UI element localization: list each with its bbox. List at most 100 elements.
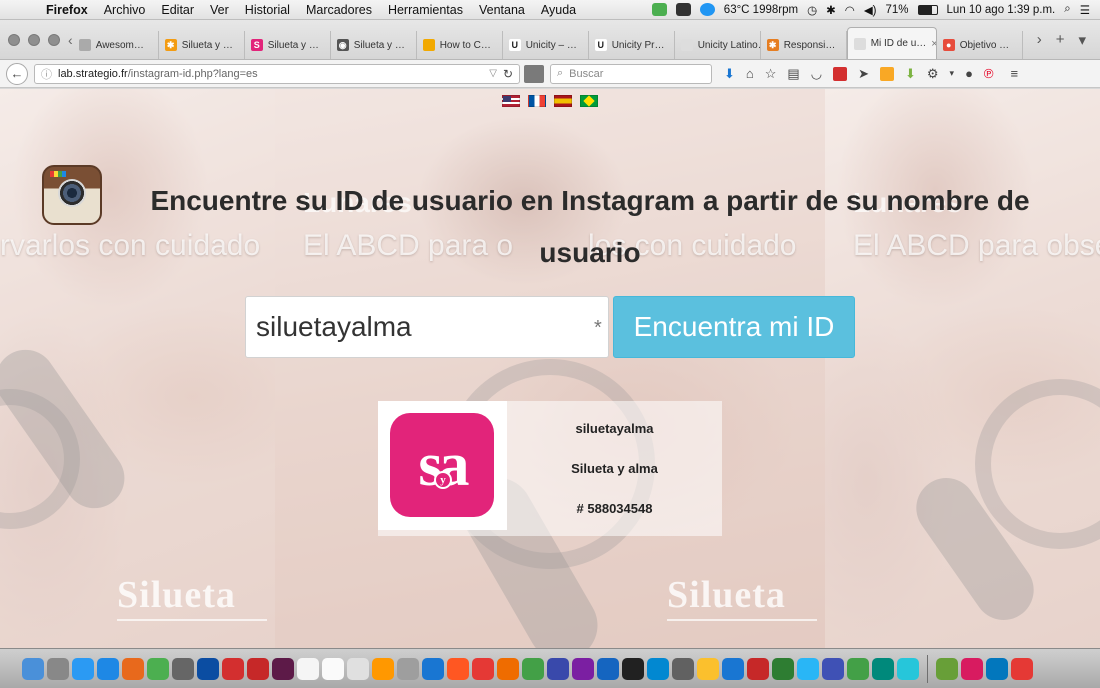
wifi-icon[interactable]: ◠ bbox=[845, 3, 855, 17]
close-window-button[interactable] bbox=[8, 33, 20, 46]
dock-app-icon[interactable] bbox=[247, 657, 269, 680]
new-tab-icon[interactable]: + bbox=[1056, 31, 1065, 49]
pinterest-icon[interactable]: ℗ bbox=[984, 66, 994, 81]
dock-app-icon[interactable] bbox=[847, 657, 869, 680]
dock-app-icon[interactable] bbox=[272, 657, 294, 680]
dock-app-icon[interactable] bbox=[297, 657, 319, 680]
bookmarks-list-icon[interactable]: ▤ bbox=[787, 66, 799, 82]
tab-5[interactable]: U Unicity – … bbox=[503, 31, 589, 59]
site-info-icon[interactable]: ⓘ bbox=[41, 66, 52, 82]
dock-app-icon[interactable] bbox=[797, 657, 819, 680]
addon-dropdown-icon[interactable]: ▾ bbox=[950, 68, 955, 79]
dock-app-icon[interactable] bbox=[472, 657, 494, 680]
zoom-window-button[interactable] bbox=[48, 33, 60, 46]
tab-3[interactable]: ◉ Silueta y … bbox=[331, 31, 417, 59]
dock-app-icon[interactable] bbox=[961, 657, 983, 680]
find-id-button[interactable]: Encuentra mi ID bbox=[613, 296, 855, 358]
battery-percent[interactable]: 71% bbox=[886, 4, 909, 16]
menu-editar[interactable]: Editar bbox=[153, 3, 202, 17]
addon-gear-icon[interactable]: ⚙ bbox=[927, 66, 939, 82]
dock-app-icon[interactable] bbox=[722, 657, 744, 680]
spotlight-search-icon[interactable]: ⌕ bbox=[1064, 3, 1070, 16]
menu-marcadores[interactable]: Marcadores bbox=[298, 3, 380, 17]
dock-app-icon[interactable] bbox=[622, 657, 644, 680]
dock-app-icon[interactable] bbox=[447, 657, 469, 680]
evernote-icon[interactable] bbox=[675, 3, 691, 16]
search-bar[interactable]: ⌕ Buscar bbox=[550, 63, 712, 84]
menu-app-firefox[interactable]: Firefox bbox=[38, 3, 96, 17]
dock-app-icon[interactable] bbox=[72, 657, 94, 680]
tab-10[interactable]: ● Objetivo … bbox=[937, 31, 1023, 59]
time-machine-icon[interactable]: ◷ bbox=[807, 3, 817, 17]
dock-app-icon[interactable] bbox=[672, 657, 694, 680]
clock[interactable]: Lun 10 ago 1:39 p.m. bbox=[947, 4, 1056, 16]
dock-app-icon[interactable] bbox=[872, 657, 894, 680]
menu-ventana[interactable]: Ventana bbox=[471, 3, 533, 17]
notification-center-icon[interactable]: ☰ bbox=[1080, 3, 1090, 17]
menu-archivo[interactable]: Archivo bbox=[96, 3, 154, 17]
dock-app-icon[interactable] bbox=[597, 657, 619, 680]
temperature-readout[interactable]: 63°C 1998rpm bbox=[724, 4, 798, 16]
download-icon[interactable]: ⬇ bbox=[724, 66, 735, 82]
dock-app-icon[interactable] bbox=[422, 657, 444, 680]
dock-app-icon[interactable] bbox=[397, 657, 419, 680]
dock-app-icon[interactable] bbox=[697, 657, 719, 680]
menu-ayuda[interactable]: Ayuda bbox=[533, 3, 584, 17]
dock-app-icon[interactable] bbox=[1011, 657, 1033, 680]
dock-app-icon[interactable] bbox=[547, 657, 569, 680]
dock-app-icon[interactable] bbox=[497, 657, 519, 680]
dock-app-icon[interactable] bbox=[772, 657, 794, 680]
flag-french-icon[interactable] bbox=[528, 95, 546, 107]
tab-2[interactable]: S Silueta y … bbox=[245, 31, 331, 59]
reader-view-icon[interactable] bbox=[524, 64, 544, 83]
tab-list-menu-icon[interactable]: ▾ bbox=[1078, 31, 1086, 49]
dock-app-icon[interactable] bbox=[47, 657, 69, 680]
dock-app-icon[interactable] bbox=[97, 657, 119, 680]
dock-app-icon[interactable] bbox=[222, 657, 244, 680]
tab-7[interactable]: Unicity Latino… bbox=[675, 31, 761, 59]
dock-app-icon[interactable] bbox=[572, 657, 594, 680]
url-dropdown-icon[interactable]: ▽ bbox=[489, 68, 497, 79]
menu-herramientas[interactable]: Herramientas bbox=[380, 3, 471, 17]
dock-app-icon[interactable] bbox=[822, 657, 844, 680]
bluetooth-icon[interactable]: ✱ bbox=[826, 3, 836, 17]
volume-icon[interactable]: ◀) bbox=[864, 3, 877, 17]
dock-app-icon[interactable] bbox=[322, 657, 344, 680]
dock-app-icon[interactable] bbox=[936, 657, 958, 680]
dock-app-icon[interactable] bbox=[197, 657, 219, 680]
chat-icon[interactable]: ● bbox=[965, 66, 973, 81]
dock-app-icon[interactable] bbox=[122, 657, 144, 680]
dock-app-icon[interactable] bbox=[347, 657, 369, 680]
dock-app-icon[interactable] bbox=[147, 657, 169, 680]
reload-icon[interactable]: ↻ bbox=[503, 67, 513, 81]
addon-red-icon[interactable] bbox=[833, 66, 848, 81]
tab-6[interactable]: U Unicity Pr… bbox=[589, 31, 675, 59]
tab-8[interactable]: ✱ Responsi… bbox=[761, 31, 847, 59]
dock-app-icon[interactable] bbox=[986, 657, 1008, 680]
addon-yellow-icon[interactable] bbox=[879, 66, 894, 81]
dock-app-icon[interactable] bbox=[372, 657, 394, 680]
pocket-icon[interactable]: ◡ bbox=[811, 66, 822, 82]
flag-spanish-icon[interactable] bbox=[554, 95, 572, 107]
tab-scroll-right-icon[interactable]: › bbox=[1037, 31, 1042, 49]
menu-historial[interactable]: Historial bbox=[237, 3, 298, 17]
status-app-icon[interactable] bbox=[651, 3, 667, 16]
sensor-icon[interactable] bbox=[699, 3, 715, 16]
tab-1[interactable]: ✱ Silueta y … bbox=[159, 31, 245, 59]
back-button[interactable]: ← bbox=[6, 62, 28, 85]
menu-ver[interactable]: Ver bbox=[202, 3, 237, 17]
dock-app-icon[interactable] bbox=[22, 657, 44, 680]
username-input[interactable] bbox=[245, 296, 609, 358]
tab-4[interactable]: How to C… bbox=[417, 31, 503, 59]
menu-hamburger-icon[interactable]: ≡ bbox=[1011, 66, 1019, 81]
url-bar[interactable]: ⓘ lab.strategio.fr/instagram-id.php?lang… bbox=[34, 63, 520, 84]
home-icon[interactable]: ⌂ bbox=[746, 66, 754, 81]
dock-app-icon[interactable] bbox=[172, 657, 194, 680]
dock-app-icon[interactable] bbox=[647, 657, 669, 680]
tab-0[interactable]: Awesom… bbox=[73, 31, 159, 59]
flag-portuguese-icon[interactable] bbox=[580, 95, 598, 107]
bookmark-star-icon[interactable]: ☆ bbox=[765, 66, 777, 82]
dock-app-icon[interactable] bbox=[747, 657, 769, 680]
tab-9[interactable]: Mi ID de u…× bbox=[846, 27, 937, 59]
battery-icon[interactable] bbox=[917, 4, 938, 15]
